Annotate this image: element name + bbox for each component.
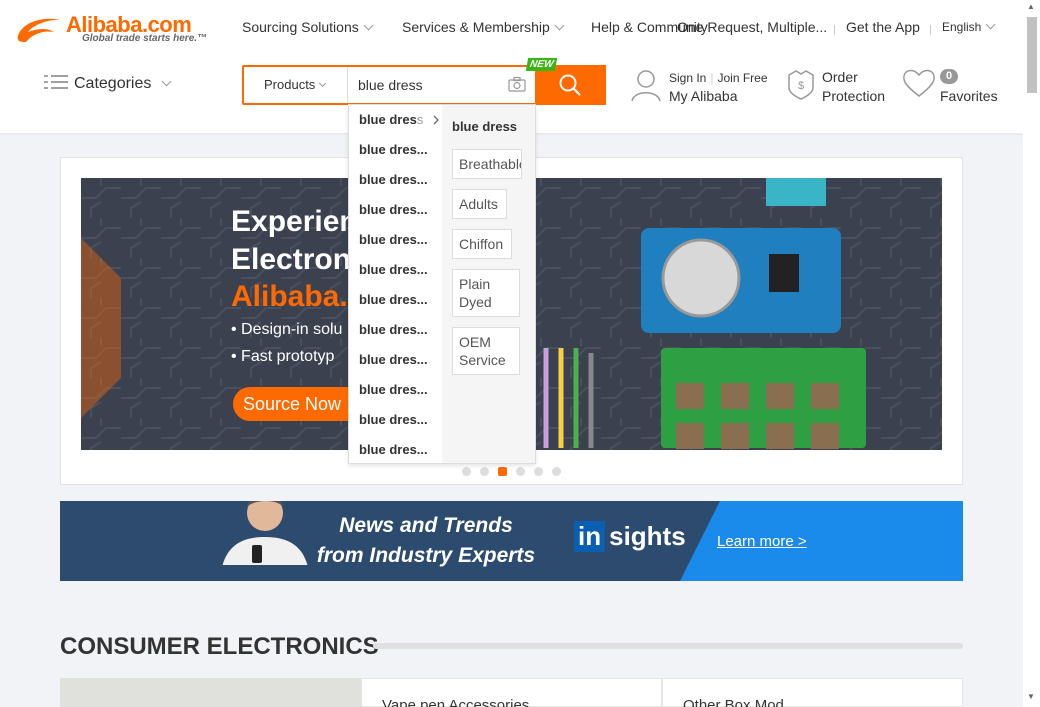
category-card[interactable]: Other Box Mod [662,678,963,707]
insights-logo: in sights [574,521,686,552]
search-button[interactable] [535,65,606,105]
nav-sourcing-solutions[interactable]: Sourcing Solutions [242,19,374,35]
carousel-dot[interactable] [552,467,561,476]
menu-icon [44,75,68,89]
favorites[interactable]: 0 Favorites [902,68,998,104]
scroll-up-icon[interactable]: ▲ [1027,2,1035,11]
suggestion-item[interactable]: blue dres... [359,442,434,457]
hero-bullet-1: • Design-in solu [231,321,343,338]
user-icon [631,70,661,102]
hero-headline: Experien Electron [231,205,358,276]
category-cards: Vape pen Accessories Other Box Mod [60,678,963,707]
join-free-link[interactable]: Join Free [717,71,767,85]
category-image-card[interactable] [60,678,361,707]
scroll-down-icon[interactable]: ▼ [1027,692,1035,701]
suggestion-item[interactable]: blue dres... [359,262,434,277]
chevron-down-icon [554,20,565,31]
chevron-down-icon [319,79,327,88]
category-card[interactable]: Vape pen Accessories [361,678,662,707]
order-protection[interactable]: $ Order Protection [786,68,885,105]
hero-bullet-2: • Fast prototyp [231,348,335,365]
heart-icon [903,69,935,97]
nav-get-app[interactable]: Get the App [846,19,920,35]
refine-tag[interactable]: Plain Dyed [452,269,520,317]
refine-tag[interactable]: OEM Service [452,327,520,375]
chevron-right-icon [433,115,439,125]
suggestion-item[interactable]: blue dres... [359,352,434,367]
chevron-down-icon [161,76,172,87]
search-suggestions-dropdown: blue dress blue dres... blue dres... blu… [348,104,536,464]
chevron-down-icon [985,19,996,30]
scrollbar-thumb[interactable] [1027,17,1037,93]
carousel-dot[interactable] [462,467,471,476]
refine-title: blue dress [452,119,518,134]
person-illustration [222,501,308,565]
hero-brand: Alibaba. [231,280,348,313]
insights-promo-banner[interactable]: News and Trends from Industry Experts in… [60,501,963,581]
camera-icon[interactable] [508,76,526,92]
carousel-dot-active[interactable] [498,467,507,476]
refine-tag[interactable]: Chiffon [452,229,512,259]
section-divider [373,643,963,649]
categories-label: Categories [74,75,152,92]
carousel-dot[interactable] [480,467,489,476]
svg-text:$: $ [798,80,804,92]
refine-tag[interactable]: Breathable [452,149,522,179]
order-label-2: Protection [822,88,886,104]
refine-tag[interactable]: Adults [452,189,507,219]
section-title: CONSUMER ELECTRONICS [60,633,379,660]
carousel-dot[interactable] [534,467,543,476]
page-scrollbar[interactable]: ▲ ▼ [1023,0,1040,707]
my-alibaba-label: My Alibaba [669,88,738,104]
carousel-dot[interactable] [516,467,525,476]
new-badge: NEW [525,58,558,71]
nav-services-membership[interactable]: Services & Membership [402,19,565,35]
order-label-1: Order [822,69,858,85]
suggestion-item[interactable]: blue dres... [359,232,434,247]
shield-icon: $ [788,70,814,100]
promo-headline: News and Trends from Industry Experts [316,514,536,567]
alibaba-logo[interactable]: Alibaba.com Global trade starts here.™ [14,12,214,48]
suggestion-item[interactable]: blue dres... [359,202,434,217]
nav-rfq[interactable]: One Request, Multiple... [677,19,827,35]
suggestion-refine-panel: blue dress Breathable Adults Chiffon Pla… [442,105,535,463]
alibaba-logo-icon [17,18,60,42]
search-category-select[interactable]: Products [244,67,348,103]
chevron-down-icon [363,20,374,31]
logo-tagline: Global trade starts here.™ [82,33,208,44]
favorites-label: Favorites [940,88,998,104]
categories-menu[interactable]: Categories [44,74,172,93]
suggestion-list: blue dress blue dres... blue dres... blu… [349,105,442,463]
search-icon [559,74,581,96]
source-now-button[interactable]: Source Now [233,387,363,421]
category-card-label: Other Box Mod [683,697,784,707]
favorites-count-badge: 0 [940,69,958,84]
carousel-dots [462,463,570,481]
search-bar: Products blue dress NEW [242,58,606,105]
suggestion-item[interactable]: blue dres... [359,172,434,187]
language-selector[interactable]: English [942,19,996,34]
suggestion-item[interactable]: blue dress [359,112,439,127]
account-menu[interactable]: Sign In | Join Free My Alibaba [630,68,768,108]
suggestion-item[interactable]: blue dres... [359,292,434,307]
suggestion-item[interactable]: blue dres... [359,382,434,397]
category-card-label: Vape pen Accessories [382,697,530,707]
sign-in-link[interactable]: Sign In [669,71,706,85]
search-input[interactable]: blue dress [350,67,510,103]
suggestion-item[interactable]: blue dres... [359,322,434,337]
learn-more-link[interactable]: Learn more > [717,533,807,550]
suggestion-item[interactable]: blue dres... [359,412,434,427]
suggestion-item[interactable]: blue dres... [359,142,434,157]
